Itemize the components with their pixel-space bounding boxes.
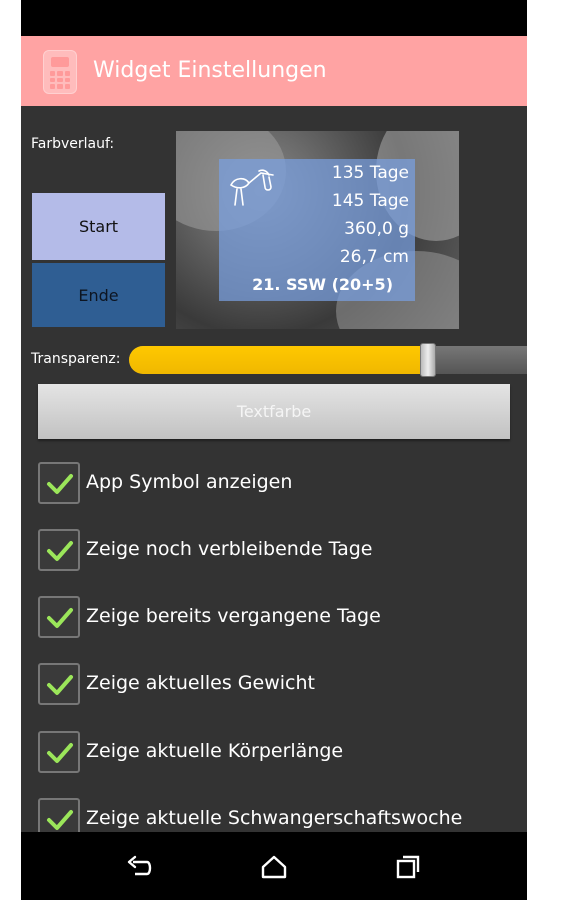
checkbox-label: Zeige aktuelle Körperlänge [86,740,344,762]
checkbox[interactable] [38,529,80,571]
transparency-slider[interactable] [129,343,527,377]
length-text: 26,7 cm [339,247,409,267]
status-bar [21,0,527,36]
app-icon[interactable] [43,50,77,94]
check-icon [47,675,73,695]
app-title: Widget Einstellungen [93,58,327,83]
elapsed-days-text: 145 Tage [331,191,409,211]
text-color-button[interactable]: Textfarbe [38,384,510,439]
app-bar: Widget Einstellungen [21,36,527,106]
check-icon [47,608,73,628]
phone-screen: Widget Einstellungen Farbverlauf: Start … [21,0,527,900]
widget-preview-box: 135 Tage 145 Tage 360,0 g 26,7 cm 21. SS… [219,159,415,301]
weight-text: 360,0 g [344,219,409,239]
recents-icon[interactable] [393,852,423,882]
checkbox-label: App Symbol anzeigen [86,471,293,493]
checkbox[interactable] [38,462,80,504]
widget-preview: 135 Tage 145 Tage 360,0 g 26,7 cm 21. SS… [176,131,459,329]
checkbox-label: Zeige aktuelles Gewicht [86,672,315,694]
transparency-slider-thumb[interactable] [420,343,436,377]
home-icon[interactable] [259,852,289,882]
check-icon [47,810,73,830]
check-icon [47,474,73,494]
checkbox-label: Zeige bereits vergangene Tage [86,605,381,627]
check-icon [47,541,73,561]
stork-icon [229,169,274,206]
checkbox-label: Zeige noch verbleibende Tage [86,538,373,560]
navigation-bar [21,832,527,900]
check-icon [47,743,73,763]
end-color-button[interactable]: Ende [32,263,165,327]
transparency-slider-fill [129,346,428,374]
checkbox-label: Zeige aktuelle Schwangerschaftswoche [86,807,463,829]
checkbox[interactable] [38,596,80,638]
start-color-button[interactable]: Start [32,193,165,260]
remaining-days-text: 135 Tage [331,163,409,183]
back-icon[interactable] [125,852,155,882]
pregnancy-week-text: 21. SSW (20+5) [252,275,393,294]
gradient-label: Farbverlauf: [31,136,115,152]
transparency-label: Transparenz: [31,351,121,367]
checkbox[interactable] [38,663,80,705]
checkbox[interactable] [38,731,80,773]
